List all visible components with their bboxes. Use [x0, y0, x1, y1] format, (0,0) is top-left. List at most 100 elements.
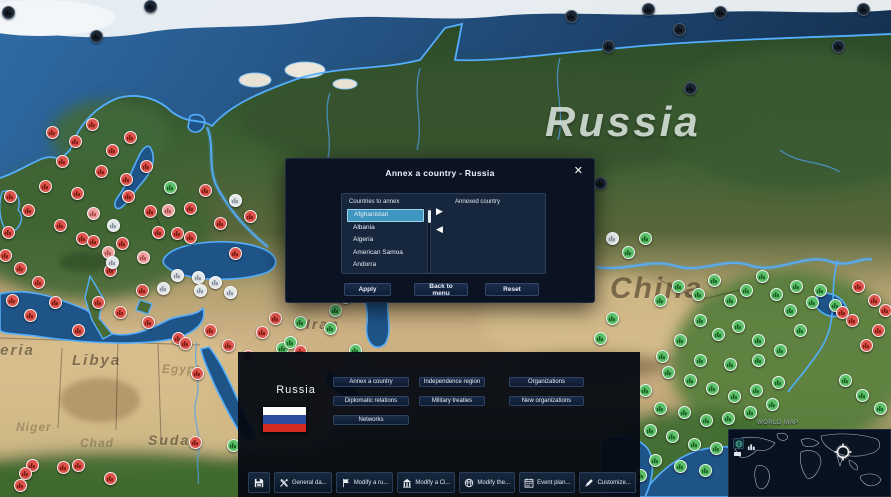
city-icon[interactable] [859, 338, 873, 352]
city-icon[interactable] [731, 319, 745, 333]
city-icon[interactable] [208, 275, 222, 289]
city-icon[interactable] [3, 189, 17, 203]
minimap-globe-button[interactable] [733, 438, 744, 449]
city-icon[interactable] [0, 248, 12, 262]
city-icon[interactable] [86, 206, 100, 220]
city-icon[interactable] [605, 311, 619, 325]
city-icon[interactable] [835, 305, 849, 319]
city-icon[interactable] [141, 315, 155, 329]
city-icon[interactable] [115, 236, 129, 250]
city-icon[interactable] [723, 357, 737, 371]
city-icon[interactable] [713, 5, 727, 19]
independence-region-button[interactable]: Independence region [419, 377, 485, 387]
city-icon[interactable] [672, 22, 686, 36]
city-icon[interactable] [601, 39, 615, 53]
city-icon[interactable] [693, 313, 707, 327]
city-icon[interactable] [648, 453, 662, 467]
city-icon[interactable] [856, 2, 870, 16]
country-list-item[interactable]: Albania [347, 222, 424, 235]
city-icon[interactable] [191, 270, 205, 284]
city-icon[interactable] [48, 295, 62, 309]
city-icon[interactable] [170, 226, 184, 240]
country-list-item[interactable]: American Samoa [347, 247, 424, 260]
city-icon[interactable] [749, 383, 763, 397]
city-icon[interactable] [1, 225, 15, 239]
city-icon[interactable] [709, 441, 723, 455]
city-icon[interactable] [765, 397, 779, 411]
city-icon[interactable] [23, 308, 37, 322]
city-icon[interactable] [18, 466, 32, 480]
city-icon[interactable] [221, 338, 235, 352]
city-icon[interactable] [671, 279, 685, 293]
city-icon[interactable] [5, 293, 19, 307]
minimap-building-icon[interactable] [747, 438, 756, 451]
city-icon[interactable] [653, 401, 667, 415]
city-icon[interactable] [661, 365, 675, 379]
city-icon[interactable] [223, 285, 237, 299]
organizations-button[interactable]: Organizations [509, 377, 584, 387]
city-icon[interactable] [771, 375, 785, 389]
city-icon[interactable] [89, 29, 103, 43]
event-planner-button[interactable]: Event plan... [519, 472, 576, 493]
city-icon[interactable] [203, 323, 217, 337]
city-icon[interactable] [255, 325, 269, 339]
city-icon[interactable] [873, 401, 887, 415]
city-icon[interactable] [878, 303, 891, 317]
city-icon[interactable] [143, 204, 157, 218]
city-icon[interactable] [605, 231, 619, 245]
city-icon[interactable] [143, 0, 157, 13]
city-icon[interactable] [268, 311, 282, 325]
city-icon[interactable] [813, 283, 827, 297]
city-icon[interactable] [94, 164, 108, 178]
city-icon[interactable] [13, 261, 27, 275]
city-icon[interactable] [855, 388, 869, 402]
city-icon[interactable] [103, 471, 117, 485]
country-list-scrollbar[interactable] [427, 208, 431, 273]
city-icon[interactable] [867, 293, 881, 307]
networks-button[interactable]: Networks [333, 415, 409, 425]
close-icon[interactable]: ✕ [574, 166, 583, 177]
city-icon[interactable] [665, 429, 679, 443]
country-list-item[interactable]: Andorra [347, 259, 424, 272]
city-icon[interactable] [156, 281, 170, 295]
city-icon[interactable] [228, 246, 242, 260]
save-button[interactable] [248, 472, 270, 493]
city-icon[interactable] [123, 130, 137, 144]
city-icon[interactable] [691, 287, 705, 301]
city-icon[interactable] [38, 179, 52, 193]
diplomatic-relations-button[interactable]: Diplomatic relations [333, 396, 409, 406]
city-icon[interactable] [638, 383, 652, 397]
city-icon[interactable] [198, 183, 212, 197]
country-list-item[interactable]: Afghanistan [347, 209, 424, 222]
city-icon[interactable] [106, 218, 120, 232]
city-icon[interactable] [190, 366, 204, 380]
city-icon[interactable] [163, 180, 177, 194]
city-icon[interactable] [699, 413, 713, 427]
general-data-button[interactable]: General da... [274, 472, 332, 493]
city-icon[interactable] [751, 333, 765, 347]
modify-map-button[interactable]: Modify the... [459, 472, 516, 493]
city-icon[interactable] [193, 283, 207, 297]
city-icon[interactable] [739, 283, 753, 297]
new-organizations-button[interactable]: New organizations [509, 396, 584, 406]
city-icon[interactable] [70, 186, 84, 200]
modify-city-button[interactable]: Modify a Ci... [397, 472, 456, 493]
city-icon[interactable] [769, 287, 783, 301]
city-icon[interactable] [328, 303, 342, 317]
city-icon[interactable] [170, 268, 184, 282]
city-icon[interactable] [705, 381, 719, 395]
city-icon[interactable] [723, 293, 737, 307]
move-right-icon[interactable]: ▶ [436, 207, 443, 217]
apply-button[interactable]: Apply [344, 283, 391, 296]
city-icon[interactable] [105, 255, 119, 269]
back-to-menu-button[interactable]: Back to menu [414, 283, 468, 297]
city-icon[interactable] [851, 279, 865, 293]
city-icon[interactable] [161, 203, 175, 217]
city-icon[interactable] [783, 303, 797, 317]
city-icon[interactable] [687, 437, 701, 451]
customize-button[interactable]: Customize... [579, 472, 636, 493]
city-icon[interactable] [56, 460, 70, 474]
city-icon[interactable] [805, 295, 819, 309]
city-icon[interactable] [135, 283, 149, 297]
city-icon[interactable] [85, 117, 99, 131]
